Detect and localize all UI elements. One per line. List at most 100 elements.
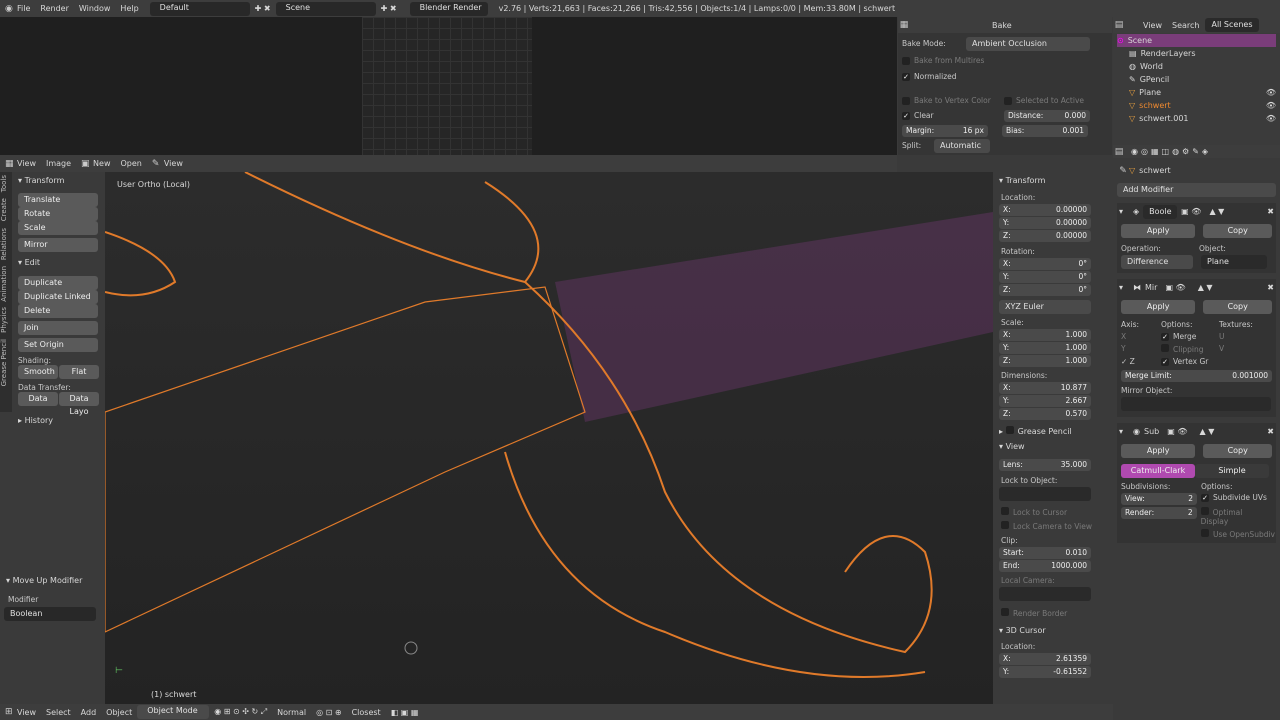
duplicate-linked-button[interactable]: Duplicate Linked xyxy=(18,290,98,304)
operation-select[interactable]: Difference xyxy=(1121,255,1193,269)
data-button[interactable]: Data xyxy=(18,392,58,406)
move-icons[interactable]: ▲ ▼ xyxy=(1198,283,1213,292)
menu-file[interactable]: File xyxy=(12,4,35,13)
delete-button[interactable]: Delete xyxy=(18,304,98,318)
catmull-clark-button[interactable]: Catmull-Clark xyxy=(1121,464,1195,478)
outliner-item-gpencil[interactable]: ✎ GPencil xyxy=(1129,73,1276,86)
dim-x-field[interactable]: X: 10.877 xyxy=(999,382,1091,394)
image-editor[interactable] xyxy=(0,17,897,155)
npanel-transform-header[interactable]: ▾ Transform xyxy=(993,172,1099,189)
data-layout-button[interactable]: Data Layo xyxy=(59,392,99,416)
lock-cursor-checkbox[interactable] xyxy=(1001,507,1009,515)
mode-select[interactable]: Object Mode xyxy=(137,705,210,719)
image-browse-icon[interactable]: ▣ xyxy=(76,158,90,170)
axis-x[interactable]: X xyxy=(1121,332,1161,341)
viewport-3d[interactable]: User Ortho (Local) (1) schwert ⊢ xyxy=(105,172,993,704)
clipping-row[interactable]: Clipping xyxy=(1161,344,1219,354)
rot-y-field[interactable]: Y: 0° xyxy=(999,271,1091,283)
footer-object-menu[interactable]: Object xyxy=(101,708,137,717)
optimal-display-row[interactable]: Optimal Display xyxy=(1200,507,1272,526)
move-icons[interactable]: ▲ ▼ xyxy=(1200,427,1215,436)
dim-y-field[interactable]: Y: 2.667 xyxy=(999,395,1091,407)
lock-object-field[interactable] xyxy=(999,487,1091,501)
footer-add-menu[interactable]: Add xyxy=(76,708,102,717)
pin-icon[interactable]: ✎ xyxy=(147,158,160,170)
cursor-y-field[interactable]: Y: -0.61552 xyxy=(999,666,1091,678)
tab-animation[interactable]: Animation xyxy=(0,263,8,305)
clip-end-field[interactable]: End: 1000.000 xyxy=(999,560,1091,572)
distance-field[interactable]: Distance: 0.000 xyxy=(1004,109,1090,122)
outliner-item-scene[interactable]: ⊙ Scene xyxy=(1117,34,1276,47)
transform-header[interactable]: ▾ Transform xyxy=(18,176,102,190)
footer-select-menu[interactable]: Select xyxy=(41,708,76,717)
add-modifier-select[interactable]: Add Modifier xyxy=(1117,183,1276,197)
cursor-header[interactable]: ▾ 3D Cursor xyxy=(993,618,1099,637)
blender-icon[interactable]: ◉ xyxy=(0,3,13,15)
outliner-item-world[interactable]: ◍ World xyxy=(1129,60,1276,73)
render-border-checkbox[interactable] xyxy=(1001,608,1009,616)
open-subdiv-checkbox[interactable] xyxy=(1201,529,1209,537)
set-origin-button[interactable]: Set Origin xyxy=(18,338,98,352)
image-image-menu[interactable]: Image xyxy=(41,159,76,168)
axis-y[interactable]: Y xyxy=(1121,344,1161,354)
image-new-button[interactable]: New xyxy=(88,159,115,168)
menu-help[interactable]: Help xyxy=(115,4,143,13)
tab-physics[interactable]: Physics xyxy=(0,304,8,336)
image-open-button[interactable]: Open xyxy=(116,159,147,168)
scene-select[interactable]: Scene xyxy=(275,1,376,16)
boolean-object-field[interactable]: Plane xyxy=(1201,255,1267,269)
texture-v[interactable]: V xyxy=(1219,344,1224,354)
tab-create[interactable]: Create xyxy=(0,195,8,224)
boolean-copy-button[interactable]: Copy xyxy=(1203,224,1272,238)
remove-icon[interactable]: ✖ xyxy=(1267,207,1274,216)
collapse-icon[interactable]: ▾ xyxy=(1119,427,1123,436)
lock-cursor-row[interactable]: Lock to Cursor xyxy=(1001,507,1099,517)
subsurf-render-field[interactable]: Render: 2 xyxy=(1121,507,1197,519)
image-view-menu[interactable]: View xyxy=(12,159,41,168)
outliner-view-menu[interactable]: View xyxy=(1143,21,1162,30)
tab-grease-pencil[interactable]: Grease Pencil xyxy=(0,336,8,389)
properties-type-icon[interactable]: ▤ xyxy=(1113,146,1125,158)
loc-y-field[interactable]: Y: 0.00000 xyxy=(999,217,1091,229)
snap-target-select[interactable]: Closest xyxy=(347,708,386,717)
snap-icons[interactable]: ◎ ⊡ ⊕ xyxy=(311,708,346,717)
image-editor-type-icon[interactable]: ▦ xyxy=(0,158,14,170)
visibility-icons[interactable]: ▣ 👁 xyxy=(1167,427,1187,436)
outliner-item-schwert001[interactable]: ▽ schwert.001 👁 xyxy=(1129,112,1276,125)
scale-x-field[interactable]: X: 1.000 xyxy=(999,329,1091,341)
add-layout-icon[interactable]: ✚ ✖ xyxy=(250,4,276,13)
engine-select[interactable]: Blender Render xyxy=(409,1,488,16)
loc-x-field[interactable]: X: 0.00000 xyxy=(999,204,1091,216)
eye-icon[interactable]: 👁 xyxy=(1266,101,1276,110)
selected-active-checkbox[interactable] xyxy=(1004,96,1012,105)
subdivide-uvs-row[interactable]: ✓ Subdivide UVs xyxy=(1201,493,1267,505)
loc-z-field[interactable]: Z: 0.00000 xyxy=(999,230,1091,242)
rot-z-field[interactable]: Z: 0° xyxy=(999,284,1091,296)
eye-icon[interactable]: 👁 xyxy=(1266,114,1276,123)
boolean-apply-button[interactable]: Apply xyxy=(1121,224,1196,238)
split-select[interactable]: Automatic xyxy=(934,138,990,153)
remove-icon[interactable]: ✖ xyxy=(1267,283,1274,292)
pin-icon[interactable]: ✎ xyxy=(1117,165,1129,177)
outliner-item-renderlayers[interactable]: ▤ RenderLayers xyxy=(1129,47,1276,60)
operator-header[interactable]: ▾ Move Up Modifier xyxy=(0,576,105,585)
context-icons[interactable]: ◉◎▦◫◍⚙✎◈ xyxy=(1131,147,1211,156)
scale-button[interactable]: Scale xyxy=(18,221,98,235)
axis-z[interactable]: ✓ Z xyxy=(1121,357,1161,366)
collapse-icon[interactable]: ▾ xyxy=(1119,283,1123,292)
flat-button[interactable]: Flat xyxy=(59,365,99,379)
tab-tools[interactable]: Tools xyxy=(0,172,8,195)
remove-icon[interactable]: ✖ xyxy=(1267,427,1274,436)
dim-z-field[interactable]: Z: 0.570 xyxy=(999,408,1091,420)
layout-select[interactable]: Default xyxy=(149,1,250,16)
local-camera-field[interactable] xyxy=(999,587,1091,601)
bake-multires-checkbox[interactable] xyxy=(902,56,910,65)
history-header[interactable]: ▸ History xyxy=(18,416,102,425)
merge-limit-field[interactable]: Merge Limit: 0.001000 xyxy=(1121,370,1272,382)
subdivide-uvs-checkbox[interactable]: ✓ xyxy=(1201,494,1209,502)
vertex-groups-row[interactable]: ✓ Vertex Gr xyxy=(1161,357,1208,366)
grease-pencil-header[interactable]: ▸ Grease Pencil xyxy=(993,420,1099,438)
euler-select[interactable]: XYZ Euler xyxy=(999,300,1091,314)
duplicate-button[interactable]: Duplicate xyxy=(18,276,98,290)
lock-camera-checkbox[interactable] xyxy=(1001,521,1009,529)
